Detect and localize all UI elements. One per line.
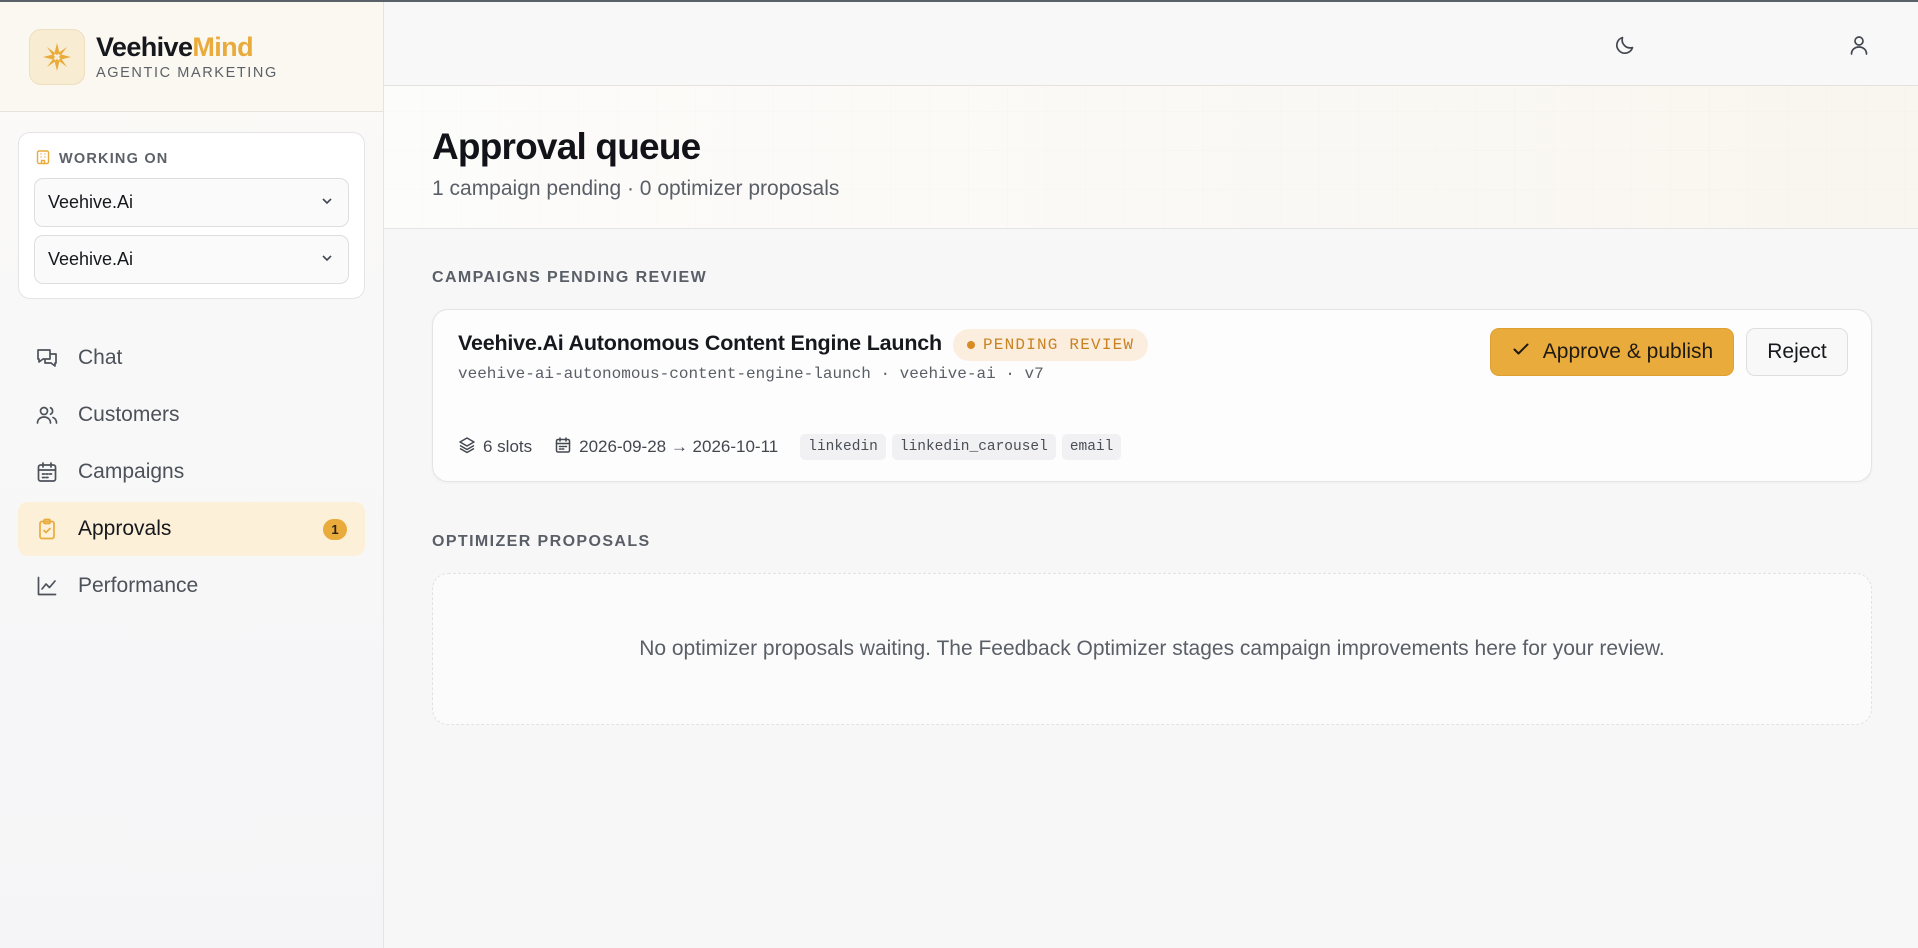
moon-icon[interactable] xyxy=(1610,30,1640,60)
nav-item-approvals[interactable]: Approvals 1 xyxy=(18,502,365,556)
reject-button[interactable]: Reject xyxy=(1746,328,1848,376)
main-nav: Chat Customers Campaigns Approvals 1 Per… xyxy=(18,331,365,616)
approve-publish-button[interactable]: Approve & publish xyxy=(1490,328,1734,376)
campaign-stats: 6 slots 2026-09-28 → 2026-10-11 linkedin… xyxy=(458,434,1127,460)
workspace-select-value: Veehive.Ai xyxy=(48,192,134,212)
nav-item-chat[interactable]: Chat xyxy=(18,331,365,385)
approvals-count-badge: 1 xyxy=(323,519,347,540)
chat-icon xyxy=(34,345,60,371)
optimizer-section-label: OPTIMIZER PROPOSALS xyxy=(432,533,651,550)
user-icon[interactable] xyxy=(1844,30,1874,60)
brand-header: VeehiveMind AGENTIC MARKETING xyxy=(0,2,383,112)
channel-tag: email xyxy=(1061,434,1122,460)
approve-button-label: Approve & publish xyxy=(1542,340,1714,363)
nav-item-label: Chat xyxy=(78,346,123,369)
page-header: Approval queue 1 campaign pending · 0 op… xyxy=(384,86,1918,229)
campaign-card: Veehive.Ai Autonomous Content Engine Lau… xyxy=(432,309,1872,482)
sidebar: VeehiveMind AGENTIC MARKETING WORKING ON… xyxy=(0,2,384,948)
brand-logo-icon[interactable] xyxy=(29,28,85,85)
slots-stat: 6 slots xyxy=(458,436,532,459)
brand-select-value: Veehive.Ai xyxy=(48,249,134,269)
date-range: 2026-09-28 → 2026-10-11 xyxy=(579,437,779,456)
nav-item-campaigns[interactable]: Campaigns xyxy=(18,445,365,499)
workspace-select[interactable]: Veehive.Ai xyxy=(34,178,349,227)
chevron-down-icon xyxy=(320,192,334,213)
layers-icon xyxy=(458,436,476,459)
brand-subtitle: AGENTIC MARKETING xyxy=(96,65,278,81)
nav-item-label: Customers xyxy=(78,403,180,426)
page-title: Approval queue xyxy=(432,126,701,167)
working-on-panel: WORKING ON Veehive.Ai Veehive.Ai xyxy=(18,132,365,299)
date-range-stat: 2026-09-28 → 2026-10-11 xyxy=(554,436,778,459)
page-subtitle: 1 campaign pending · 0 optimizer proposa… xyxy=(432,177,840,200)
status-badge: PENDING REVIEW xyxy=(953,329,1149,361)
chevron-down-icon xyxy=(320,249,334,270)
users-icon xyxy=(34,402,60,428)
status-badge-label: PENDING REVIEW xyxy=(983,336,1135,354)
campaign-meta: veehive-ai-autonomous-content-engine-lau… xyxy=(458,365,1044,383)
calendar-icon xyxy=(554,436,572,459)
nav-item-performance[interactable]: Performance xyxy=(18,559,365,613)
brand-select[interactable]: Veehive.Ai xyxy=(34,235,349,284)
check-icon xyxy=(1511,339,1531,365)
channel-tag: linkedin_carousel xyxy=(891,434,1056,460)
clipboard-check-icon xyxy=(34,516,60,542)
top-bar xyxy=(384,2,1918,86)
optimizer-empty-state: No optimizer proposals waiting. The Feed… xyxy=(432,573,1872,725)
building-icon xyxy=(35,149,51,169)
line-chart-icon xyxy=(34,573,60,599)
nav-item-label: Approvals xyxy=(78,517,172,540)
campaign-title[interactable]: Veehive.Ai Autonomous Content Engine Lau… xyxy=(458,331,942,356)
empty-state-text: No optimizer proposals waiting. The Feed… xyxy=(639,637,1665,660)
nav-item-label: Campaigns xyxy=(78,460,185,483)
calendar-icon xyxy=(34,459,60,485)
brand-name: VeehiveMind xyxy=(96,32,254,62)
nav-item-customers[interactable]: Customers xyxy=(18,388,365,442)
nav-item-label: Performance xyxy=(78,574,199,597)
status-dot-icon xyxy=(967,341,975,349)
campaigns-section-label: CAMPAIGNS PENDING REVIEW xyxy=(432,269,708,286)
working-on-label: WORKING ON xyxy=(35,149,168,169)
channel-tag: linkedin xyxy=(800,434,886,460)
slots-count: 6 slots xyxy=(483,437,533,456)
